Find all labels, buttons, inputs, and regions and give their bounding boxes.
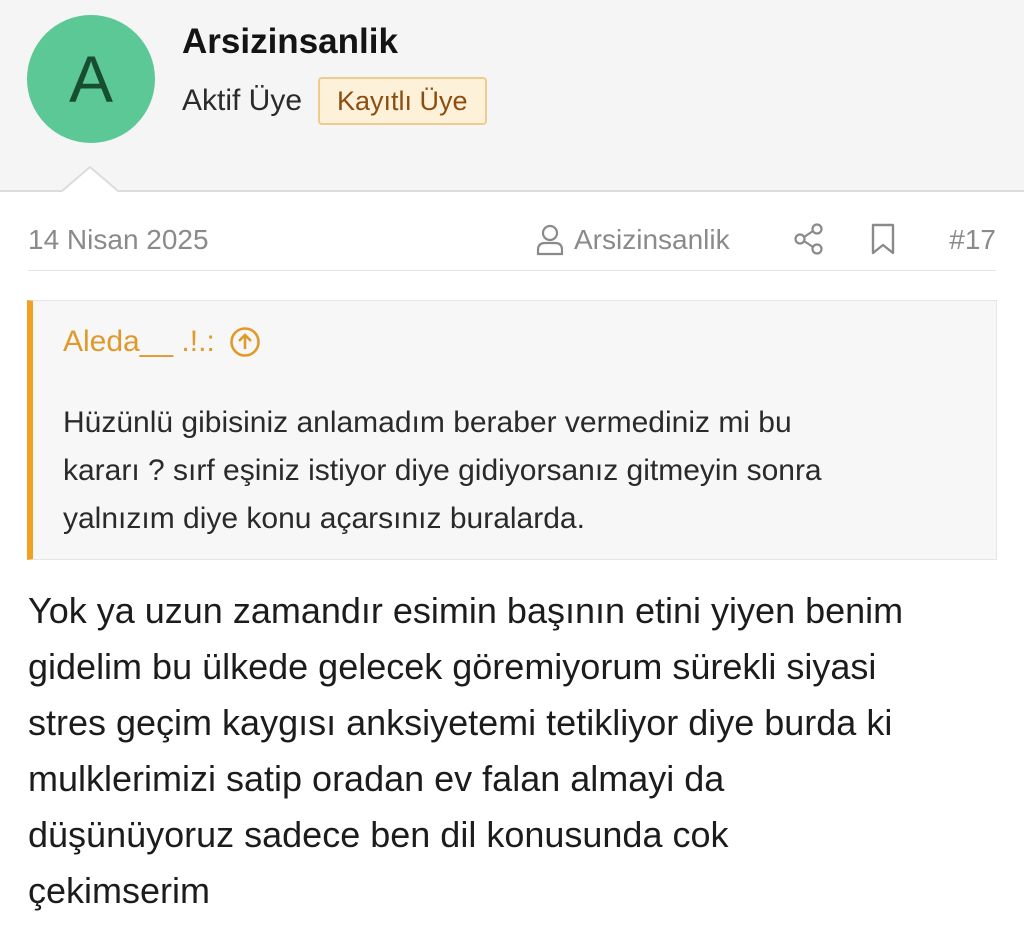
- quote-text: Hüzünlü gibisiniz anlamadım beraber verm…: [63, 399, 963, 543]
- post-author-name: Arsizinsanlik: [574, 224, 730, 255]
- quote-block: Aleda__ .!.: Hüzünlü gibisiniz anlamadım…: [27, 300, 997, 560]
- quote-line: Hüzünlü gibisiniz anlamadım beraber verm…: [63, 406, 792, 439]
- post-body-line: düşünüyoruz sadece ben dil konusunda cok: [28, 814, 729, 855]
- avatar-letter: A: [68, 42, 114, 116]
- quote-author: Aleda__ .!.:: [63, 325, 215, 358]
- quote-header[interactable]: Aleda__ .!.:: [63, 325, 261, 359]
- post-number-link[interactable]: #17: [949, 224, 996, 256]
- header-pointer-arrow: [61, 165, 119, 192]
- post-body-line: çekimserim: [28, 870, 211, 911]
- post-date[interactable]: 14 Nisan 2025: [28, 224, 209, 256]
- user-title: Aktif Üye: [182, 84, 303, 117]
- arrow-up-circle-icon[interactable]: [229, 326, 261, 358]
- bookmark-icon[interactable]: [869, 222, 897, 263]
- post-body: Yok ya uzun zamandır esimin başının etin…: [28, 583, 1008, 919]
- quote-line: kararı ? sırf eşiniz istiyor diye gidiyo…: [63, 454, 822, 487]
- share-icon[interactable]: [793, 222, 825, 263]
- user-icon: [536, 224, 564, 256]
- post-body-line: stres geçim kaygısı anksiyetemi tetikliy…: [28, 702, 893, 743]
- avatar[interactable]: A: [27, 15, 155, 143]
- post-author-link[interactable]: Arsizinsanlik: [536, 224, 730, 256]
- post-body-line: gidelim bu ülkede gelecek göremiyorum sü…: [28, 646, 877, 687]
- quote-line: yalnızım diye konu açarsınız buralarda.: [63, 502, 585, 535]
- post-body-line: mulklerimizi satip oradan ev falan almay…: [28, 758, 725, 799]
- post-body-line: Yok ya uzun zamandır esimin başının etin…: [28, 590, 904, 631]
- user-badge: Kayıtlı Üye: [318, 77, 487, 125]
- user-info-header: A Arsizinsanlik Aktif Üye Kayıtlı Üye: [0, 0, 1024, 192]
- post-meta-bar: 14 Nisan 2025 Arsizinsanlik #17: [28, 214, 996, 271]
- username-link[interactable]: Arsizinsanlik: [182, 22, 398, 62]
